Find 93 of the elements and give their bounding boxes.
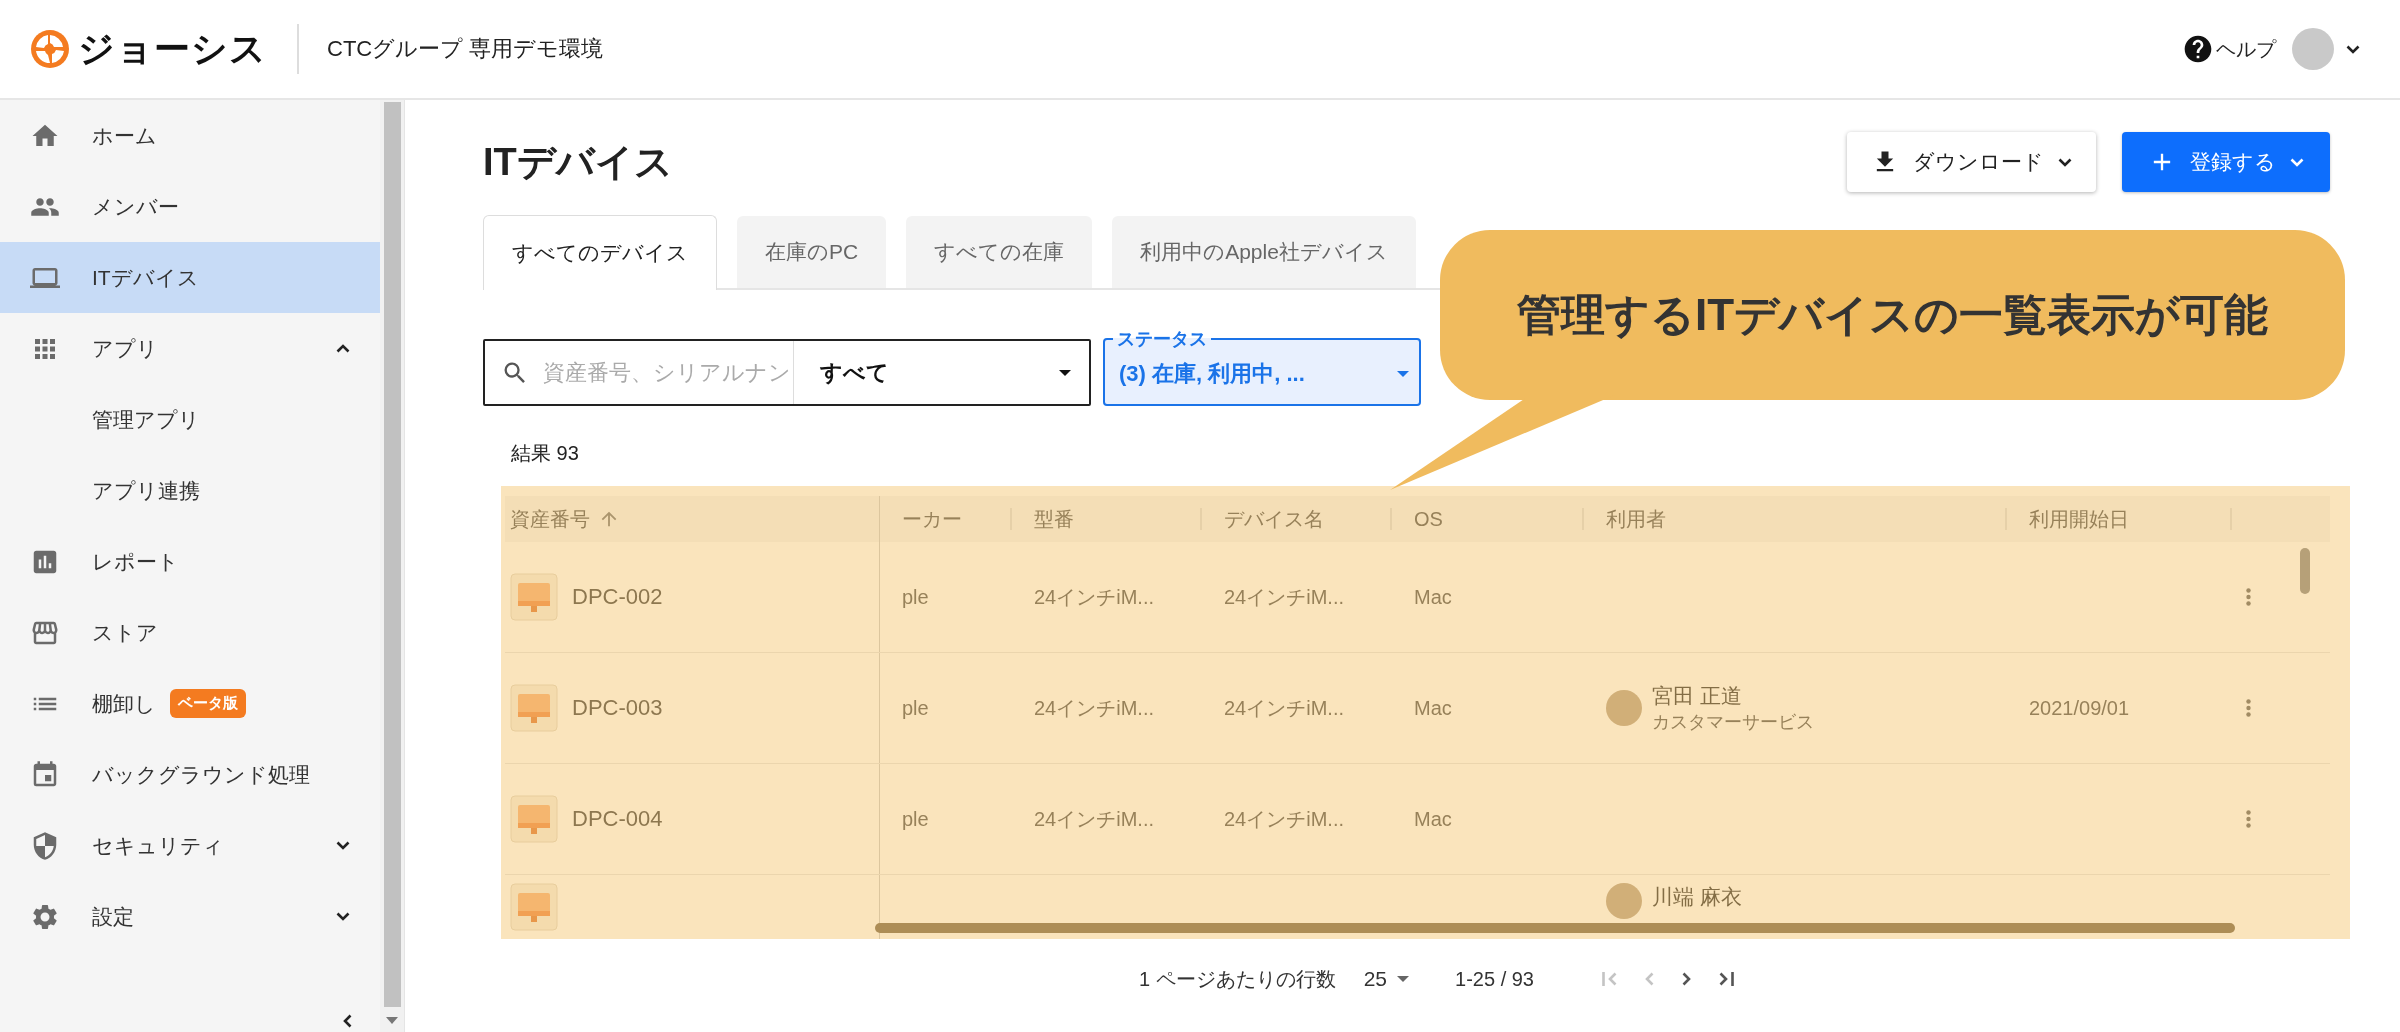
table-cell-text: 24インチiM... [1224, 806, 1345, 832]
more-button[interactable] [2246, 588, 2251, 606]
more-icon [2246, 699, 2251, 717]
device-thumbnail [510, 795, 558, 843]
table-cell: ple [902, 807, 929, 831]
table-cell: ple [902, 696, 929, 720]
more-icon [2246, 588, 2251, 606]
nav-label: 設定 [92, 903, 134, 930]
sidebar-item[interactable]: 棚卸し ベータ版 [0, 668, 380, 739]
scroll-down-icon[interactable] [386, 1017, 398, 1024]
user-name: 宮田 正道 [1652, 683, 1743, 709]
table-cell: Mac [1414, 585, 1452, 609]
rows-per-page-label: 1 ページあたりの行数 [1139, 966, 1336, 992]
chevron-down-icon [2346, 44, 2360, 54]
tenant-name: CTCグループ 専用デモ環境 [327, 35, 604, 63]
table-cell-text: 24インチiM... [1034, 695, 1155, 721]
nav-label: アプリ [92, 335, 158, 362]
first-page-icon [1602, 972, 1617, 986]
sidebar-item[interactable]: 設定 [0, 881, 380, 952]
logo-text: ジョーシス [78, 26, 267, 71]
sidebar-item[interactable]: セキュリティ [0, 810, 380, 881]
search-scope-select[interactable]: すべて [793, 341, 1089, 404]
sidebar-subitem[interactable]: 管理アプリ [0, 384, 380, 455]
user-avatar[interactable] [2292, 28, 2334, 70]
user-avatar [1606, 883, 1642, 919]
nav-label: 棚卸し [92, 690, 156, 717]
view-tab[interactable]: すべてのデバイス [483, 215, 717, 290]
page-title: ITデバイス [483, 139, 673, 185]
table-cell: 2021/09/01 [2029, 696, 2130, 720]
table-cell: Mac [1414, 807, 1452, 831]
table-cell-text: 24インチiM... [1034, 584, 1155, 610]
nav-label: ITデバイス [92, 264, 199, 291]
status-value: (3) 在庫, 利用中, ... [1119, 360, 1306, 388]
chevron-down-icon [2058, 157, 2072, 167]
register-button[interactable]: 登録する [2122, 132, 2330, 192]
help-link[interactable]: ヘルプ [2182, 33, 2276, 65]
nav-label: バックグラウンド処理 [92, 761, 310, 788]
nav-label: メンバー [92, 193, 179, 220]
callout-text: 管理するITデバイスの一覧表示が可能 [1516, 288, 2269, 341]
help-icon [2182, 33, 2214, 65]
table-cell-text: 24インチiM... [1034, 806, 1155, 832]
nav-label: セキュリティ [92, 832, 224, 859]
scrollbar-thumb[interactable] [383, 102, 401, 1007]
search-field[interactable]: 資産番号、シリアルナン [543, 359, 793, 386]
last-page-button[interactable] [1719, 972, 1734, 986]
next-page-button[interactable] [1682, 972, 1691, 986]
device-thumbnail [510, 684, 558, 732]
dropdown-arrow-icon [1397, 371, 1409, 377]
dropdown-arrow-icon [1059, 369, 1071, 376]
result-count: 結果 93 [510, 441, 580, 466]
user-name: 川端 麻衣 [1652, 884, 1742, 910]
sidebar-item[interactable]: ITデバイス [0, 242, 380, 313]
table-cell-text: 24インチiM... [1224, 695, 1345, 721]
user-avatar [1606, 690, 1642, 726]
sidebar-item[interactable]: アプリ [0, 313, 380, 384]
more-button[interactable] [2246, 699, 2251, 717]
user-department: カスタマーサービス [1652, 711, 1814, 734]
view-tab[interactable]: 在庫のPC [737, 216, 887, 288]
scrollbar-thumb[interactable] [2300, 548, 2310, 594]
sidebar-item[interactable]: レポート [0, 526, 380, 597]
download-button[interactable]: ダウンロード [1847, 132, 2096, 192]
table-cell: ple [902, 585, 929, 609]
status-select[interactable]: ステータス (3) 在庫, 利用中, ... [1103, 330, 1421, 406]
last-page-icon [1719, 972, 1734, 986]
view-tab[interactable]: すべての在庫 [906, 216, 1093, 288]
account-menu-button[interactable] [2346, 44, 2360, 54]
status-label: ステータス [1116, 330, 1208, 348]
sidebar-item[interactable]: ストア [0, 597, 380, 668]
device-thumbnail [510, 883, 558, 931]
scrollbar-thumb[interactable] [875, 923, 2235, 933]
sidebar-item[interactable]: メンバー [0, 171, 380, 242]
chevron-left-icon [1645, 972, 1654, 986]
chevron-right-icon [1682, 972, 1691, 986]
sidebar-item[interactable]: バックグラウンド処理 [0, 739, 380, 810]
chevron-left-icon [343, 1014, 352, 1028]
page-range: 1-25 / 93 [1455, 967, 1534, 991]
device-thumbnail [510, 573, 558, 621]
rows-per-page-select[interactable]: 25 [1357, 966, 1416, 992]
table-cell: Mac [1414, 696, 1452, 720]
nav-label: ホーム [92, 122, 157, 149]
table-cell-text: 24インチiM... [1224, 584, 1345, 610]
more-icon [2246, 810, 2251, 828]
chevron-down-icon [2290, 157, 2304, 167]
more-button[interactable] [2246, 810, 2251, 828]
beta-badge: ベータ版 [170, 689, 246, 718]
dropdown-arrow-icon [1397, 976, 1410, 982]
sidebar-subitem[interactable]: アプリ連携 [0, 455, 380, 526]
nav-label: ストア [92, 619, 158, 646]
sidebar-item[interactable]: ホーム [0, 100, 380, 171]
collapse-sidebar-button[interactable] [343, 1014, 352, 1028]
nav-label: レポート [92, 548, 179, 575]
logo-icon [30, 29, 70, 69]
view-tab[interactable]: 利用中のApple社デバイス [1112, 216, 1416, 288]
